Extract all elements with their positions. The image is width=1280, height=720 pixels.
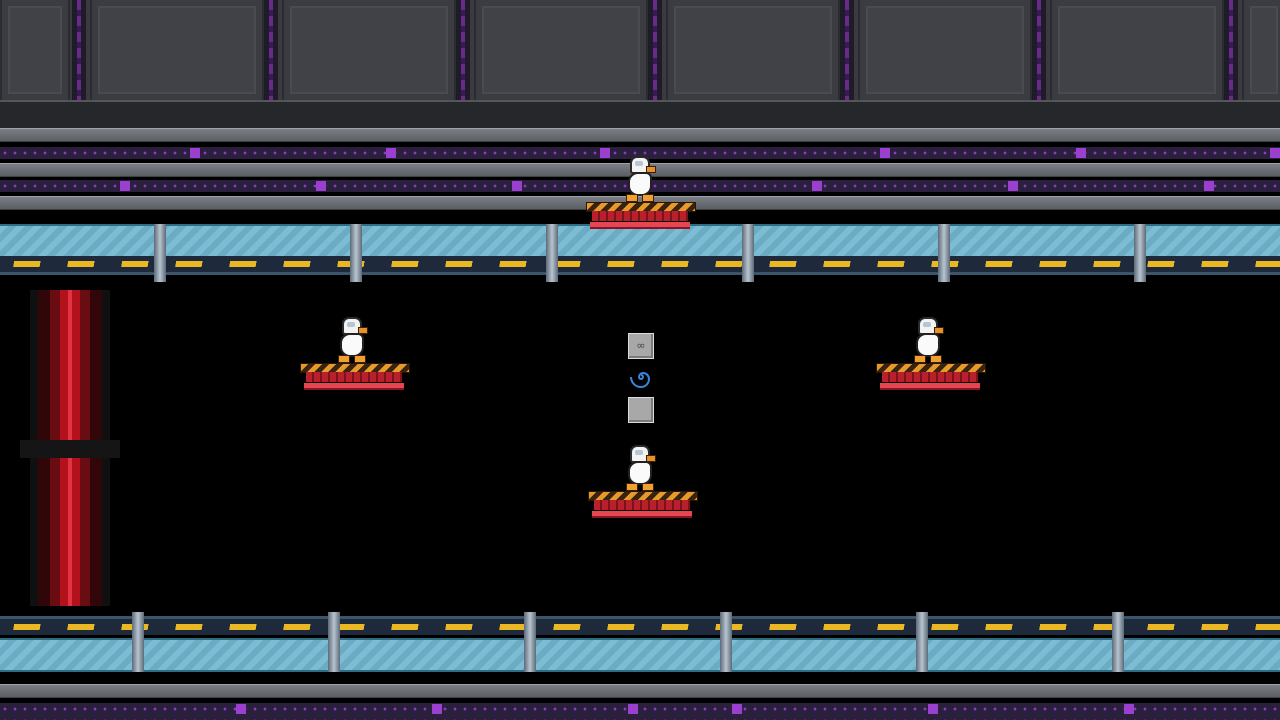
walkway-post bbox=[350, 224, 362, 282]
walkway-post bbox=[546, 224, 558, 282]
duck-foot bbox=[626, 483, 638, 491]
duck-player-center[interactable] bbox=[622, 445, 656, 491]
duck-player-top[interactable] bbox=[622, 156, 656, 202]
lower-glass-walkway bbox=[0, 638, 1280, 672]
duck-body bbox=[628, 172, 652, 196]
lower-rail-grey bbox=[0, 684, 1280, 698]
wall-panel bbox=[474, 0, 648, 100]
wall-panel bbox=[0, 0, 70, 100]
red-energy-pillar bbox=[20, 290, 120, 606]
weapon-crate[interactable]: ∞ bbox=[628, 333, 654, 359]
duck-foot bbox=[914, 355, 926, 363]
platform-lip bbox=[592, 511, 692, 518]
ceiling-base bbox=[0, 100, 1280, 128]
platform-body bbox=[594, 500, 690, 510]
rail-gem bbox=[628, 704, 638, 714]
rail-gem bbox=[512, 181, 522, 191]
wall-panel bbox=[858, 0, 1032, 100]
upper-rail-grey bbox=[0, 128, 1280, 142]
rail-gem bbox=[1270, 148, 1280, 158]
duck-foot bbox=[354, 355, 366, 363]
platform-body bbox=[306, 372, 402, 382]
lower-hazard-strip bbox=[0, 616, 1280, 635]
rail-gem bbox=[190, 148, 200, 158]
platform-body bbox=[882, 372, 978, 382]
duck-foot bbox=[642, 194, 654, 202]
wall-panel bbox=[1242, 0, 1280, 100]
wall-panel bbox=[90, 0, 264, 100]
platform-lip bbox=[590, 222, 690, 229]
rail-gem bbox=[316, 181, 326, 191]
wall-strut bbox=[264, 0, 278, 100]
platform-body bbox=[592, 211, 688, 221]
blue-swirl-icon[interactable] bbox=[628, 364, 654, 390]
duck-foot bbox=[930, 355, 942, 363]
duck-foot bbox=[626, 194, 638, 202]
platform-right bbox=[876, 363, 986, 391]
walkway-post bbox=[132, 612, 144, 672]
walkway-post bbox=[1134, 224, 1146, 282]
wall-strut bbox=[1224, 0, 1238, 100]
wall-panel bbox=[1050, 0, 1224, 100]
rail-gem bbox=[236, 704, 246, 714]
empty-crate[interactable] bbox=[628, 397, 654, 423]
rail-gem bbox=[732, 704, 742, 714]
platform-top bbox=[586, 202, 696, 230]
duck-player-right[interactable] bbox=[910, 317, 944, 363]
platform-center bbox=[588, 491, 698, 519]
duck-player-left[interactable] bbox=[334, 317, 368, 363]
duck-body bbox=[628, 461, 652, 485]
rail-gem bbox=[1204, 181, 1214, 191]
walkway-post bbox=[154, 224, 166, 282]
walkway-post bbox=[720, 612, 732, 672]
rail-gem bbox=[1124, 704, 1134, 714]
wall-strut bbox=[1032, 0, 1046, 100]
wall-strut bbox=[648, 0, 662, 100]
duck-body bbox=[916, 333, 940, 357]
rail-gem bbox=[120, 181, 130, 191]
rail-gem bbox=[928, 704, 938, 714]
rail-gem bbox=[432, 704, 442, 714]
rail-gem bbox=[1076, 148, 1086, 158]
rail-gem bbox=[812, 181, 822, 191]
platform-left bbox=[300, 363, 410, 391]
upper-hazard-strip bbox=[0, 256, 1280, 275]
lower-rail-purple bbox=[0, 703, 1280, 720]
platform-lip bbox=[880, 383, 980, 390]
duck-body bbox=[340, 333, 364, 357]
walkway-post bbox=[328, 612, 340, 672]
wall-strut bbox=[72, 0, 86, 100]
wall-strut bbox=[840, 0, 854, 100]
walkway-post bbox=[524, 612, 536, 672]
platform-lip bbox=[304, 383, 404, 390]
rail-gem bbox=[1008, 181, 1018, 191]
ceiling-wall bbox=[0, 0, 1280, 100]
duck-foot bbox=[642, 483, 654, 491]
walkway-post bbox=[938, 224, 950, 282]
walkway-post bbox=[916, 612, 928, 672]
wall-strut bbox=[456, 0, 470, 100]
wall-panel bbox=[282, 0, 456, 100]
rail-gem bbox=[386, 148, 396, 158]
wall-panel bbox=[666, 0, 840, 100]
walkway-post bbox=[1112, 612, 1124, 672]
walkway-post bbox=[742, 224, 754, 282]
rail-gem bbox=[600, 148, 610, 158]
duck-foot bbox=[338, 355, 350, 363]
rail-gem bbox=[880, 148, 890, 158]
